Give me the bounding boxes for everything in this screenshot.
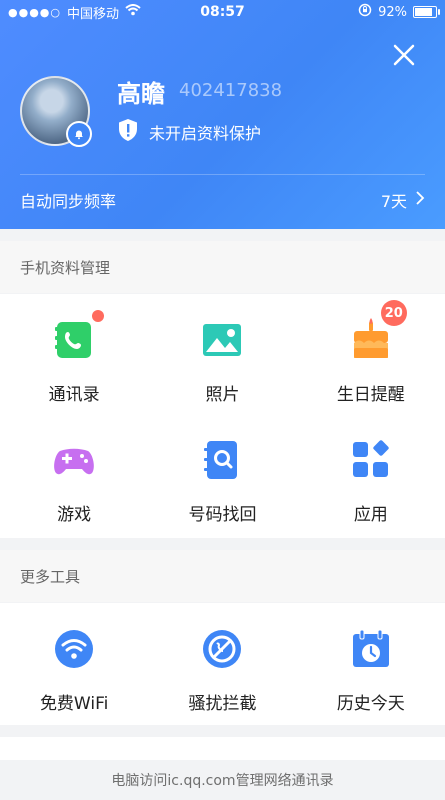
- tile-apps[interactable]: 应用: [297, 414, 445, 534]
- tile-contacts[interactable]: 通讯录: [0, 294, 148, 414]
- section-title-text: 手机资料管理: [20, 258, 111, 277]
- tile-label: 历史今天: [336, 694, 405, 714]
- tile-birthday-reminder[interactable]: 20 生日提醒: [297, 294, 445, 414]
- tile-label: 通讯录: [48, 385, 100, 405]
- tile-free-wifi[interactable]: 免费WiFi: [0, 603, 148, 721]
- shield-warning-icon: [117, 118, 139, 146]
- phone-data-panel: 通讯录 照片 20 生日提醒 游戏 号码找回 应用: [0, 294, 445, 538]
- battery-icon: [413, 6, 440, 18]
- sync-frequency-value: 7天: [380, 192, 407, 211]
- tile-label: 号码找回: [188, 505, 257, 525]
- tile-label: 照片: [205, 385, 240, 405]
- phone-data-section-title: 手机资料管理: [0, 241, 445, 293]
- section-title-text: 更多工具: [20, 567, 81, 586]
- qq-number: 402417838: [179, 80, 283, 101]
- sync-frequency-label: 自动同步频率: [20, 192, 117, 211]
- notification-bell-icon: [66, 121, 92, 147]
- chevron-right-icon: [415, 190, 425, 210]
- tile-photos[interactable]: 照片: [148, 294, 296, 414]
- sync-frequency-row[interactable]: 自动同步频率 7天: [20, 187, 425, 213]
- close-button[interactable]: [389, 40, 419, 70]
- block-icon: [200, 627, 244, 671]
- birthday-count-badge: 20: [380, 300, 407, 326]
- contacts-icon: [52, 310, 105, 362]
- tile-label: 免费WiFi: [39, 694, 109, 714]
- more-tools-section-title: 更多工具: [0, 550, 445, 602]
- footer-hint[interactable]: 电脑访问ic.qq.com管理网络通讯录: [0, 760, 445, 800]
- tile-number-recovery[interactable]: 号码找回: [148, 414, 296, 534]
- data-protection-status[interactable]: 未开启资料保护: [117, 118, 261, 146]
- new-indicator-dot: [92, 310, 105, 322]
- birthday-cake-icon: 20: [349, 300, 407, 362]
- footer-text: 电脑访问ic.qq.com管理网络通讯录: [111, 773, 334, 789]
- protection-label: 未开启资料保护: [149, 124, 262, 143]
- tile-label: 生日提醒: [336, 385, 405, 405]
- wifi-status-icon: [125, 4, 141, 20]
- avatar[interactable]: [20, 76, 92, 147]
- tile-label: 游戏: [57, 505, 92, 525]
- user-name: 高瞻: [117, 80, 165, 108]
- apps-icon: [349, 438, 393, 482]
- status-bar: ●●●●○ 中国移动 08:57 92%: [0, 0, 445, 24]
- tile-label: 应用: [353, 505, 388, 525]
- tile-games[interactable]: 游戏: [0, 414, 148, 534]
- tile-harassment-block[interactable]: 骚扰拦截: [148, 603, 296, 721]
- header-divider: [20, 174, 425, 175]
- close-icon: [393, 44, 415, 66]
- carrier-label: 中国移动: [67, 6, 120, 22]
- game-controller-icon: [52, 438, 96, 482]
- profile-header: ●●●●○ 中国移动 08:57 92% 高瞻 402417838 未开启资料保…: [0, 0, 445, 229]
- photos-icon: [200, 318, 244, 362]
- wifi-icon: [52, 627, 96, 671]
- tile-label: 骚扰拦截: [188, 694, 257, 714]
- rotation-lock-icon: [358, 3, 372, 21]
- calendar-clock-icon: [349, 627, 393, 671]
- tile-history-today[interactable]: 历史今天: [297, 603, 445, 721]
- battery-percent: 92%: [378, 4, 407, 20]
- number-recovery-icon: [200, 438, 244, 482]
- clock: 08:57: [200, 4, 245, 20]
- signal-icon: ●●●●○: [8, 5, 61, 19]
- more-tools-panel: 免费WiFi 骚扰拦截 历史今天: [0, 603, 445, 725]
